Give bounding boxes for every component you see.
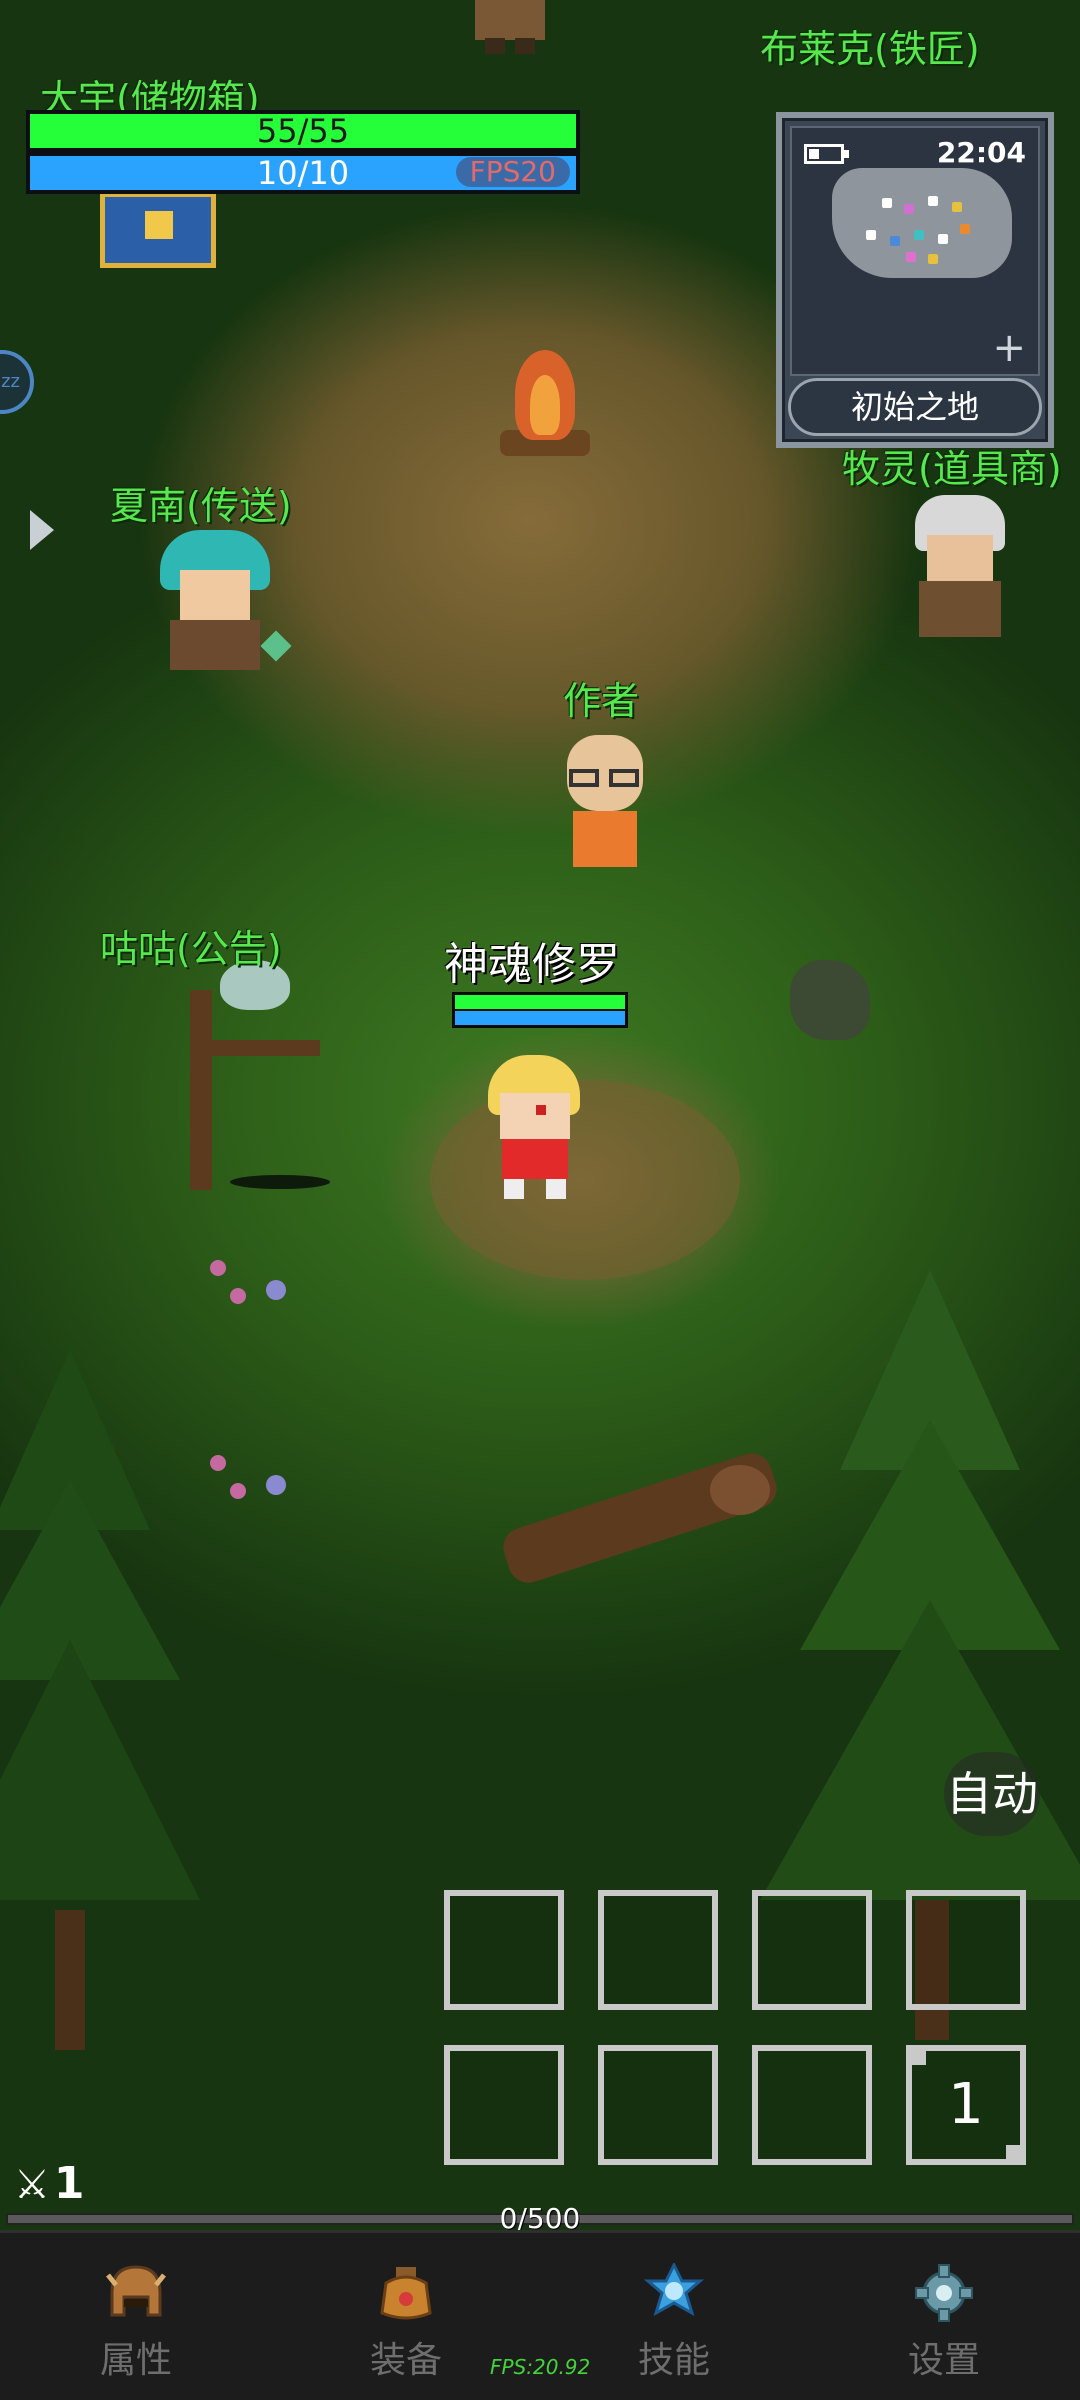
mp-bar: 10/10 FPS20 bbox=[26, 152, 580, 194]
clock-time: 22:04 bbox=[936, 136, 1026, 169]
minimap-area bbox=[832, 168, 1012, 278]
skill-slot[interactable] bbox=[444, 1890, 564, 2010]
nav-equipment[interactable]: 装备 bbox=[336, 2263, 476, 2383]
pine-tree bbox=[0, 1350, 200, 2050]
npc-label-notice: 咕咕(公告) bbox=[100, 927, 282, 971]
player-mp-mini bbox=[455, 1011, 625, 1025]
item-slot-count: 1 bbox=[948, 2072, 984, 2137]
item-slot[interactable]: 1 bbox=[906, 2045, 1026, 2165]
skill-slot[interactable] bbox=[752, 2045, 872, 2165]
area-name: 初始之地 bbox=[788, 378, 1042, 436]
campfire bbox=[490, 330, 600, 470]
auto-button[interactable]: 自动 bbox=[944, 1752, 1040, 1836]
minimap-marker bbox=[938, 234, 948, 244]
skill-slot[interactable] bbox=[598, 2045, 718, 2165]
nav-settings-label: 设置 bbox=[907, 2340, 980, 2381]
skill-slot[interactable] bbox=[906, 1890, 1026, 2010]
hp-text: 55/55 bbox=[256, 112, 350, 150]
npc-blacksmith-sprite[interactable] bbox=[465, 0, 555, 55]
minimap-view[interactable]: 22:04 + bbox=[790, 126, 1040, 376]
minimap-marker bbox=[882, 198, 892, 208]
nav-skills[interactable]: 技能 bbox=[604, 2261, 744, 2383]
player-name: 神魂修罗 bbox=[444, 939, 620, 990]
npc-shop-sprite[interactable] bbox=[905, 495, 1015, 645]
minimap-marker bbox=[928, 196, 938, 206]
rock bbox=[790, 960, 870, 1040]
npc-label-teleport: 夏南(传送) bbox=[110, 484, 292, 528]
fps-badge: FPS20 bbox=[455, 157, 570, 187]
flowers bbox=[210, 1455, 300, 1515]
bag-icon bbox=[374, 2263, 438, 2323]
minimap-marker bbox=[914, 230, 924, 240]
nav-equipment-label: 装备 bbox=[369, 2340, 442, 2381]
fallen-log bbox=[498, 1448, 782, 1588]
skill-gem-icon bbox=[642, 2261, 706, 2323]
minimap-marker bbox=[890, 236, 900, 246]
zz-icon: zz bbox=[1, 371, 20, 392]
minimap-marker bbox=[928, 254, 938, 264]
hp-bar: 55/55 bbox=[26, 110, 580, 152]
npc-label-author: 作者 bbox=[563, 679, 640, 723]
gear-icon bbox=[912, 2263, 976, 2323]
expand-arrow-icon[interactable] bbox=[30, 510, 54, 550]
skill-slot[interactable] bbox=[598, 1890, 718, 2010]
npc-teleport-sprite[interactable] bbox=[150, 530, 292, 680]
nav-attributes[interactable]: 属性 bbox=[66, 2263, 206, 2383]
minimap-marker bbox=[904, 204, 914, 214]
fps-counter: FPS:20.92 bbox=[490, 2355, 591, 2379]
player-hp-mini bbox=[455, 995, 625, 1009]
skill-slot[interactable] bbox=[444, 2045, 564, 2165]
npc-author-sprite[interactable] bbox=[555, 735, 655, 875]
minimap-marker bbox=[960, 224, 970, 234]
battery-icon bbox=[804, 144, 849, 164]
player-character[interactable] bbox=[480, 1055, 590, 1205]
flowers bbox=[210, 1260, 300, 1320]
nav-attributes-label: 属性 bbox=[99, 2340, 172, 2381]
minimap-marker bbox=[952, 202, 962, 212]
nav-settings[interactable]: 设置 bbox=[874, 2263, 1014, 2383]
minimap[interactable]: 22:04 + 初始之地 bbox=[776, 112, 1054, 448]
skill-slot[interactable] bbox=[752, 1890, 872, 2010]
npc-label-blacksmith: 布莱克(铁匠) bbox=[760, 27, 980, 71]
plus-icon[interactable]: + bbox=[992, 328, 1026, 368]
treasure-chest[interactable] bbox=[100, 192, 216, 268]
nav-skills-label: 技能 bbox=[637, 2340, 710, 2381]
player-mini-bars bbox=[452, 992, 628, 1028]
minimap-marker bbox=[866, 230, 876, 240]
helmet-icon bbox=[104, 2263, 168, 2323]
npc-notice-sprite[interactable] bbox=[120, 960, 340, 1190]
minimap-marker bbox=[906, 252, 916, 262]
